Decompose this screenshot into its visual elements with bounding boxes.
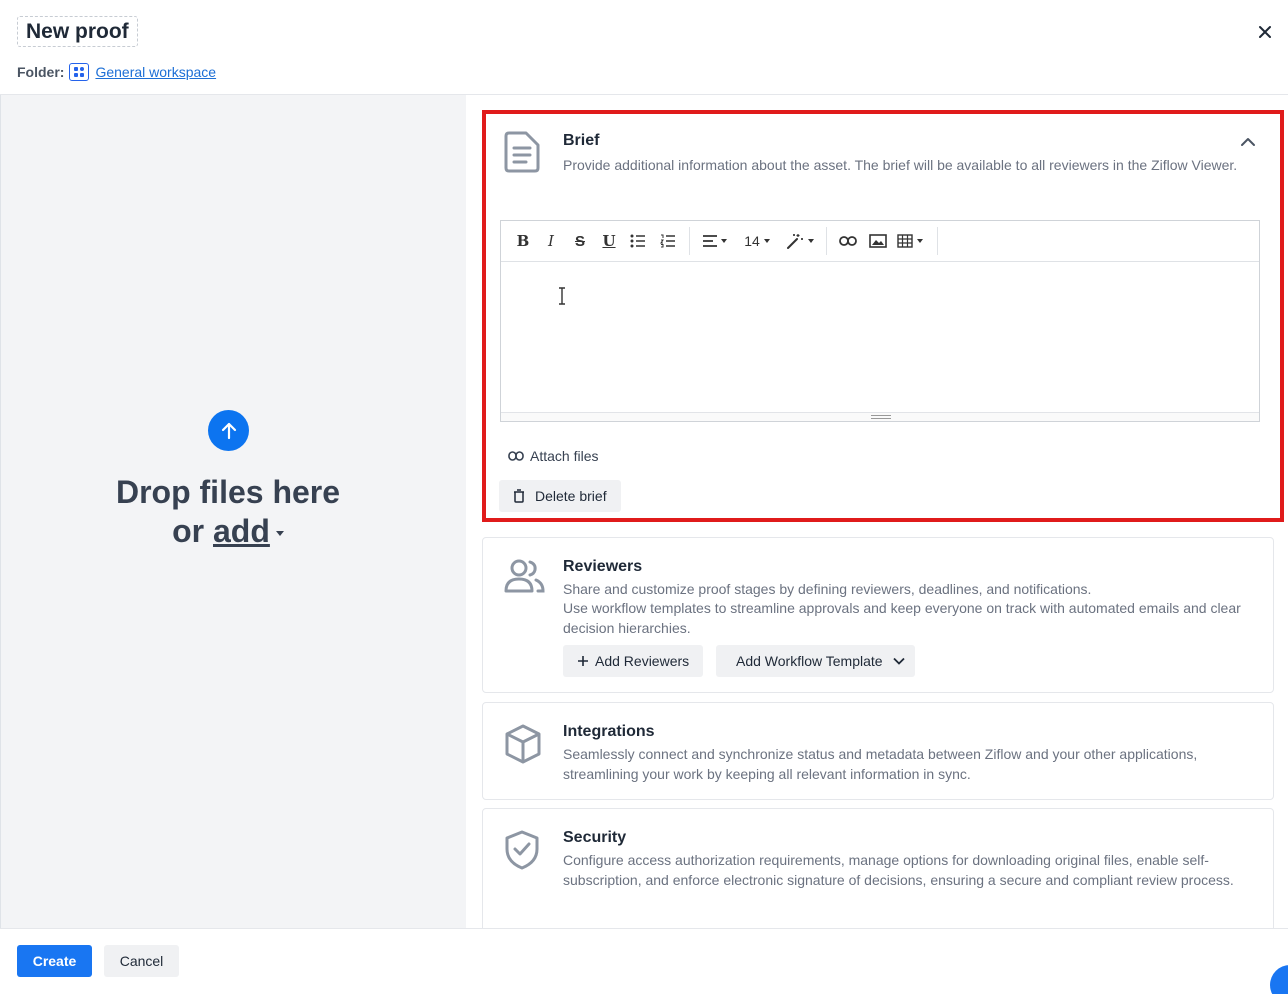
- toolbar-divider: [826, 227, 827, 255]
- link-icon[interactable]: [833, 226, 863, 256]
- delete-brief-button[interactable]: Delete brief: [499, 480, 621, 512]
- document-icon: [502, 130, 542, 173]
- brief-title: Brief: [563, 132, 600, 149]
- shield-check-icon: [503, 829, 543, 870]
- reviewers-description-2: Use workflow templates to streamline app…: [563, 600, 1241, 636]
- chevron-down-icon: [892, 657, 905, 665]
- bold-button[interactable]: B: [509, 226, 537, 256]
- drop-or: or: [172, 513, 213, 549]
- magic-format-icon[interactable]: [780, 226, 820, 256]
- editor-resize-handle[interactable]: [501, 412, 1259, 421]
- toolbar-divider: [689, 227, 690, 255]
- toolbar-divider: [937, 227, 938, 255]
- cube-icon: [503, 723, 543, 764]
- security-description: Configure access authorization requireme…: [563, 852, 1234, 888]
- add-dropdown-caret-icon[interactable]: [275, 531, 284, 537]
- text-cursor-icon: [559, 287, 565, 305]
- editor-toolbar: B I S U 14: [501, 221, 1259, 262]
- trash-icon: [514, 489, 524, 503]
- cancel-button[interactable]: Cancel: [104, 945, 179, 977]
- attach-files-label: Attach files: [530, 448, 599, 464]
- brief-description: Provide additional information about the…: [563, 157, 1238, 173]
- plus-icon: [578, 656, 588, 666]
- collapse-chevron-up-icon[interactable]: [1238, 132, 1258, 152]
- integrations-title: Integrations: [563, 723, 655, 740]
- add-reviewers-button[interactable]: Add Reviewers: [563, 645, 704, 677]
- align-dropdown-icon[interactable]: [696, 226, 734, 256]
- reviewers-description-1: Share and customize proof stages by defi…: [563, 581, 1092, 597]
- strikethrough-button[interactable]: S: [565, 226, 595, 256]
- security-title: Security: [563, 829, 627, 846]
- dialog-header: New proof Folder: General workspace: [0, 0, 1288, 95]
- italic-button[interactable]: I: [537, 226, 565, 256]
- brief-rich-text-editor: B I S U 14: [500, 220, 1260, 422]
- resize-grip-icon: [871, 415, 891, 419]
- font-size-dropdown[interactable]: 14: [734, 226, 780, 256]
- integrations-section: Integrations Seamlessly connect and sync…: [482, 702, 1274, 800]
- reviewers-section: Reviewers Share and customize proof stag…: [482, 537, 1274, 693]
- attach-files-button[interactable]: Attach files: [508, 448, 598, 464]
- reviewers-title: Reviewers: [563, 558, 643, 575]
- table-icon[interactable]: [893, 226, 927, 256]
- numbered-list-icon[interactable]: [653, 226, 683, 256]
- proof-title[interactable]: New proof: [17, 16, 138, 47]
- font-size-value: 14: [744, 233, 760, 249]
- link-icon: [508, 451, 524, 461]
- security-section: Security Configure access authorization …: [482, 808, 1274, 938]
- drop-files-text: Drop files here or add: [0, 473, 456, 551]
- add-files-link[interactable]: add: [213, 513, 270, 549]
- drop-line2: or add: [0, 512, 456, 551]
- users-icon: [503, 558, 545, 598]
- upload-arrow-icon[interactable]: [208, 410, 249, 451]
- add-workflow-template-label: Add Workflow Template: [736, 653, 883, 669]
- folder-link[interactable]: General workspace: [95, 64, 216, 80]
- create-button[interactable]: Create: [17, 945, 92, 977]
- folder-label: Folder:: [17, 64, 65, 80]
- add-workflow-template-button[interactable]: Add Workflow Template: [716, 645, 915, 677]
- image-icon[interactable]: [863, 226, 893, 256]
- integrations-description: Seamlessly connect and synchronize statu…: [563, 746, 1198, 782]
- add-reviewers-label: Add Reviewers: [595, 653, 690, 669]
- workspace-icon: [69, 63, 90, 81]
- brief-section: Brief Provide additional information abo…: [482, 110, 1284, 522]
- close-icon[interactable]: [1254, 21, 1276, 43]
- underline-button[interactable]: U: [595, 226, 623, 256]
- bullet-list-icon[interactable]: [623, 226, 653, 256]
- drop-line1: Drop files here: [115, 474, 341, 510]
- folder-row: Folder: General workspace: [17, 63, 216, 81]
- brief-editor-textarea[interactable]: [501, 262, 1259, 412]
- dialog-footer: Create Cancel: [0, 928, 1288, 994]
- delete-brief-label: Delete brief: [535, 488, 607, 504]
- help-chat-icon[interactable]: [1270, 965, 1288, 994]
